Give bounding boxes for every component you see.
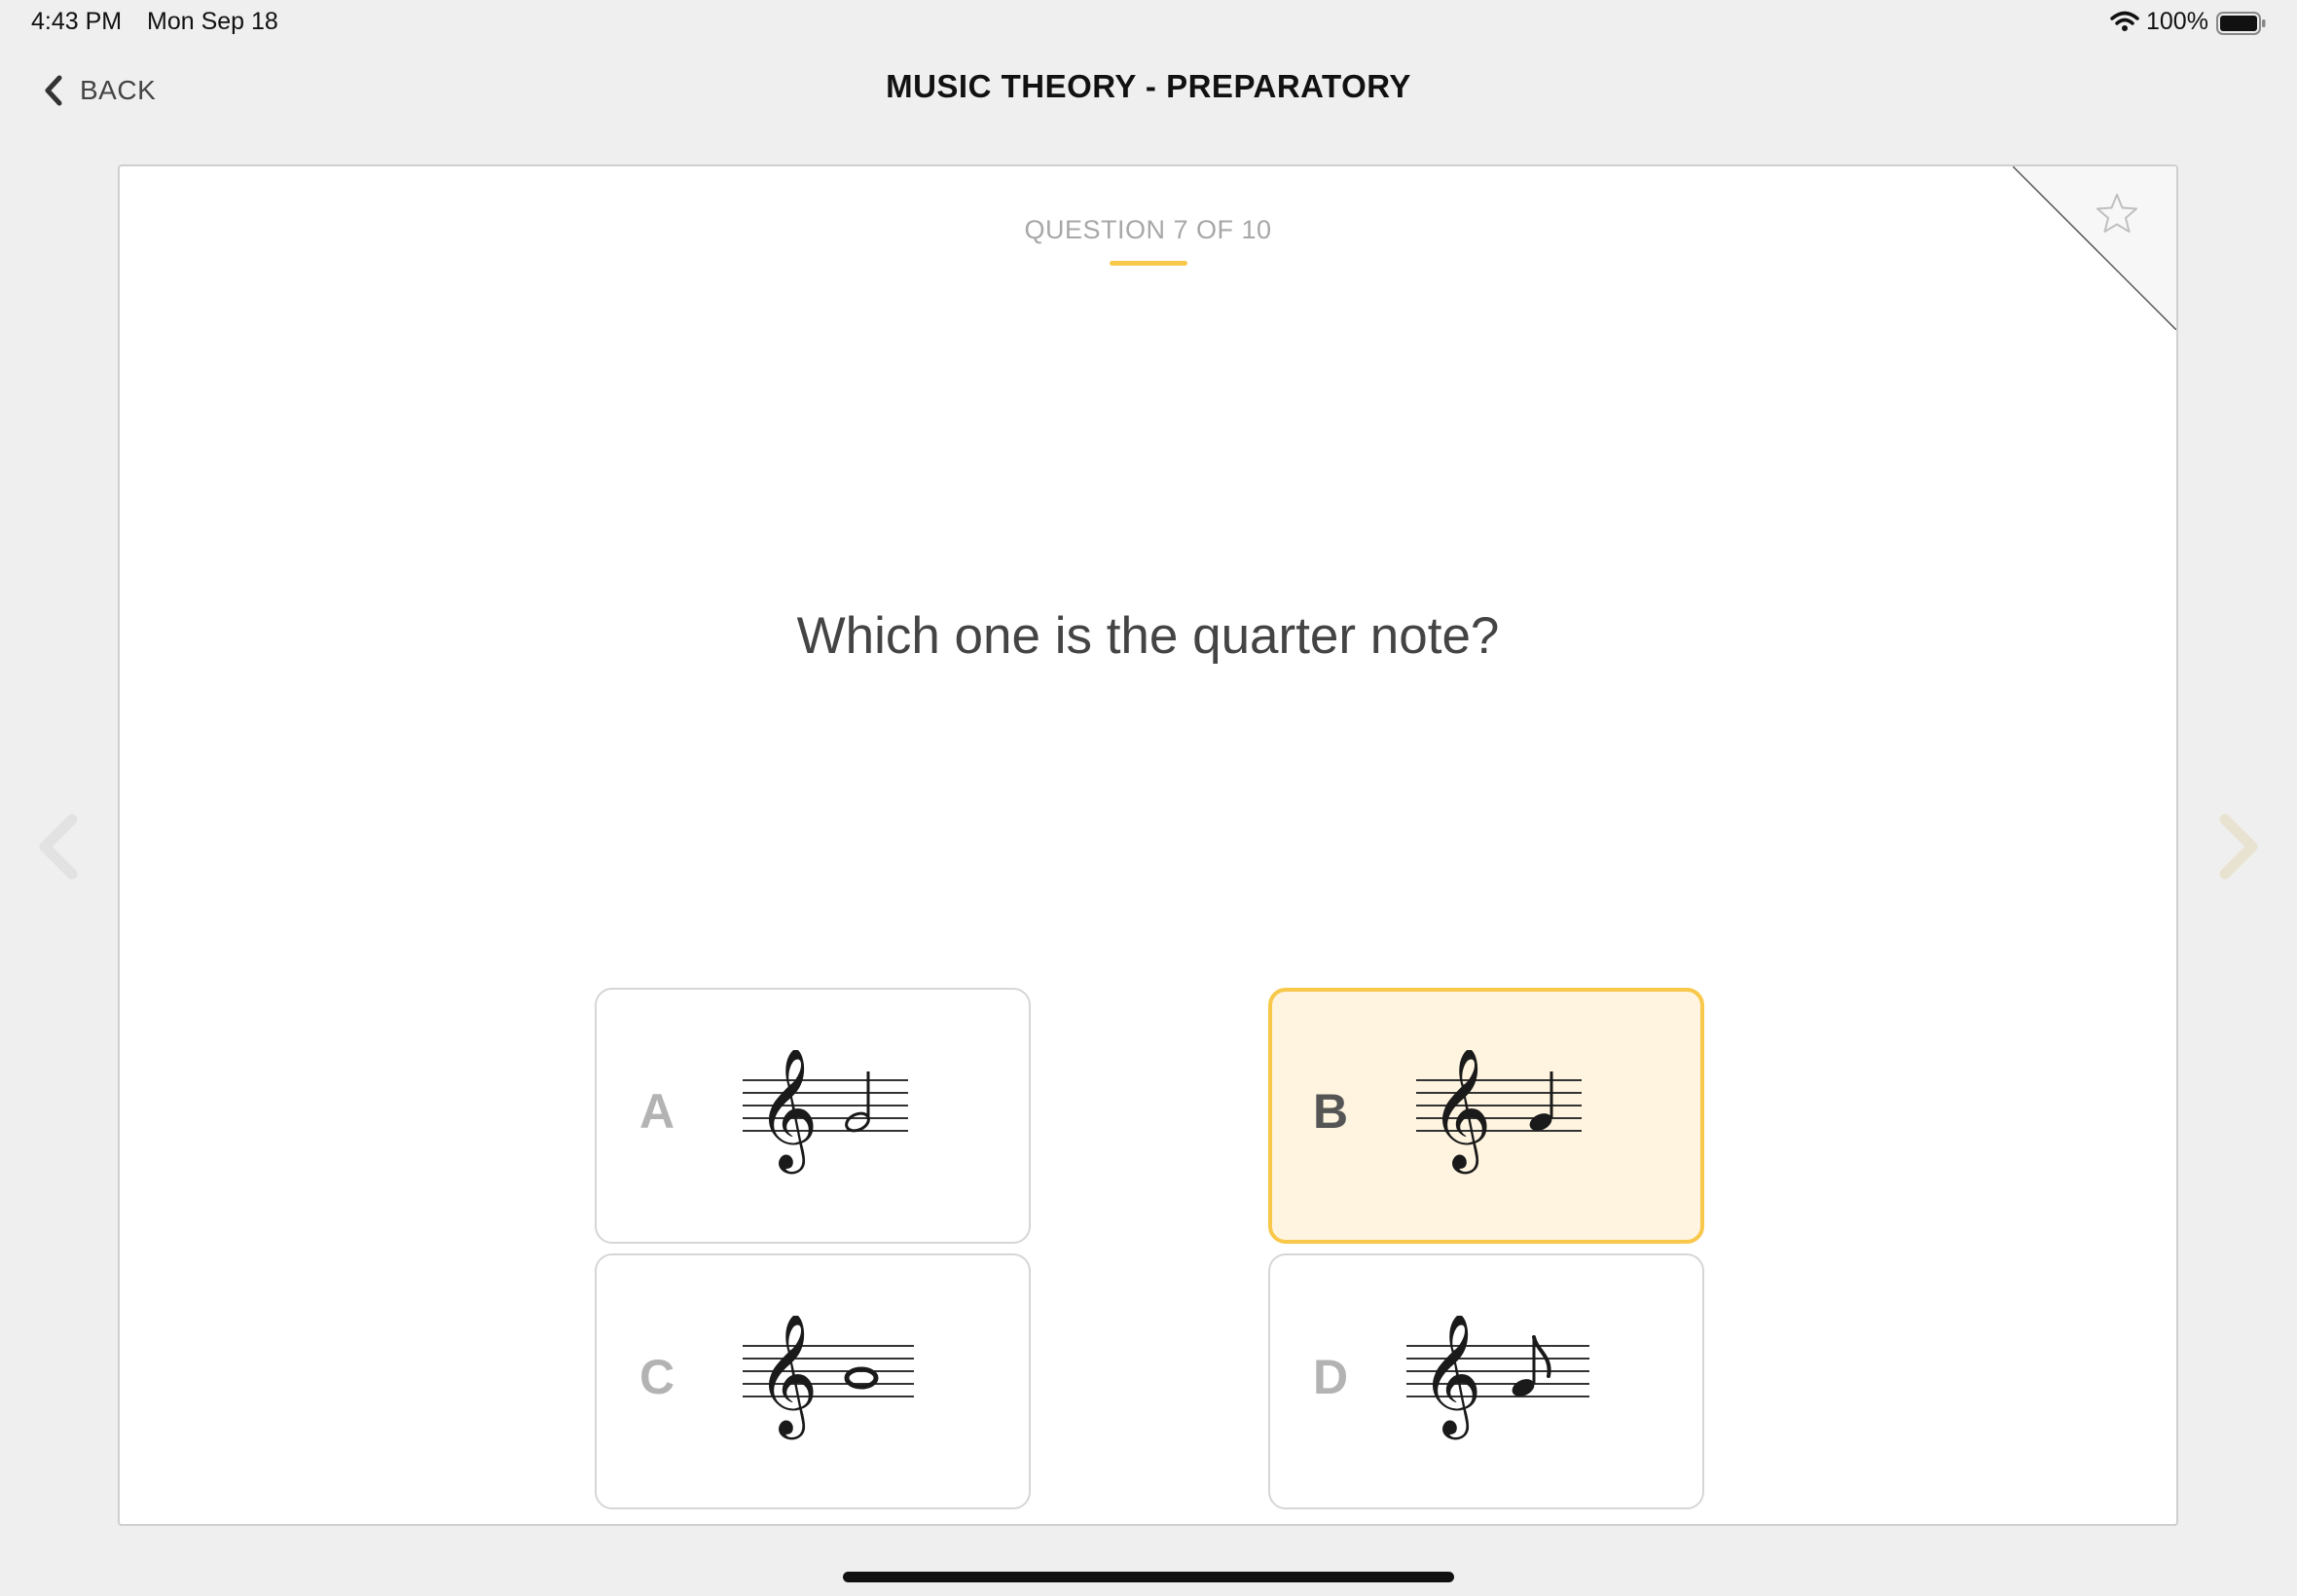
answer-option-d[interactable]: D 𝄞 — [1268, 1253, 1704, 1509]
answer-option-c[interactable]: C 𝄞 — [595, 1253, 1031, 1509]
quarter-note-staff: 𝄞 — [1416, 1050, 1582, 1174]
battery-percentage: 100% — [2146, 8, 2208, 35]
svg-text:𝄞: 𝄞 — [1420, 1316, 1482, 1439]
whole-note-staff: 𝄞 — [743, 1316, 914, 1439]
option-letter: D — [1313, 1350, 1349, 1404]
svg-text:𝄞: 𝄞 — [756, 1050, 819, 1174]
half-note-staff: 𝄞 — [743, 1050, 908, 1174]
option-letter: A — [639, 1084, 675, 1139]
option-letter: C — [639, 1350, 675, 1404]
status-date: Mon Sep 18 — [147, 8, 278, 35]
option-letter: B — [1313, 1084, 1349, 1139]
eighth-note-staff: 𝄞 — [1406, 1316, 1589, 1439]
svg-text:𝄞: 𝄞 — [1430, 1050, 1492, 1174]
wifi-icon — [2110, 11, 2139, 31]
answer-option-a[interactable]: A 𝄞 — [595, 988, 1031, 1244]
previous-question-arrow[interactable] — [35, 814, 80, 880]
answer-option-b[interactable]: B 𝄞 — [1268, 988, 1704, 1244]
status-time: 4:43 PM — [31, 8, 123, 35]
page-title: MUSIC THEORY - PREPARATORY — [886, 68, 1411, 104]
quiz-card: QUESTION 7 OF 10 Which one is the quarte… — [118, 164, 2178, 1526]
question-counter: QUESTION 7 OF 10 — [1024, 215, 1272, 244]
question-text: Which one is the quarter note? — [796, 607, 1500, 665]
status-bar: 4:43 PM Mon Sep 18 100% — [0, 0, 2297, 47]
home-indicator — [843, 1572, 1454, 1582]
next-question-arrow[interactable] — [2217, 814, 2262, 880]
battery-icon — [2216, 12, 2266, 35]
counter-underline — [1110, 261, 1187, 266]
svg-text:𝄞: 𝄞 — [756, 1316, 819, 1439]
